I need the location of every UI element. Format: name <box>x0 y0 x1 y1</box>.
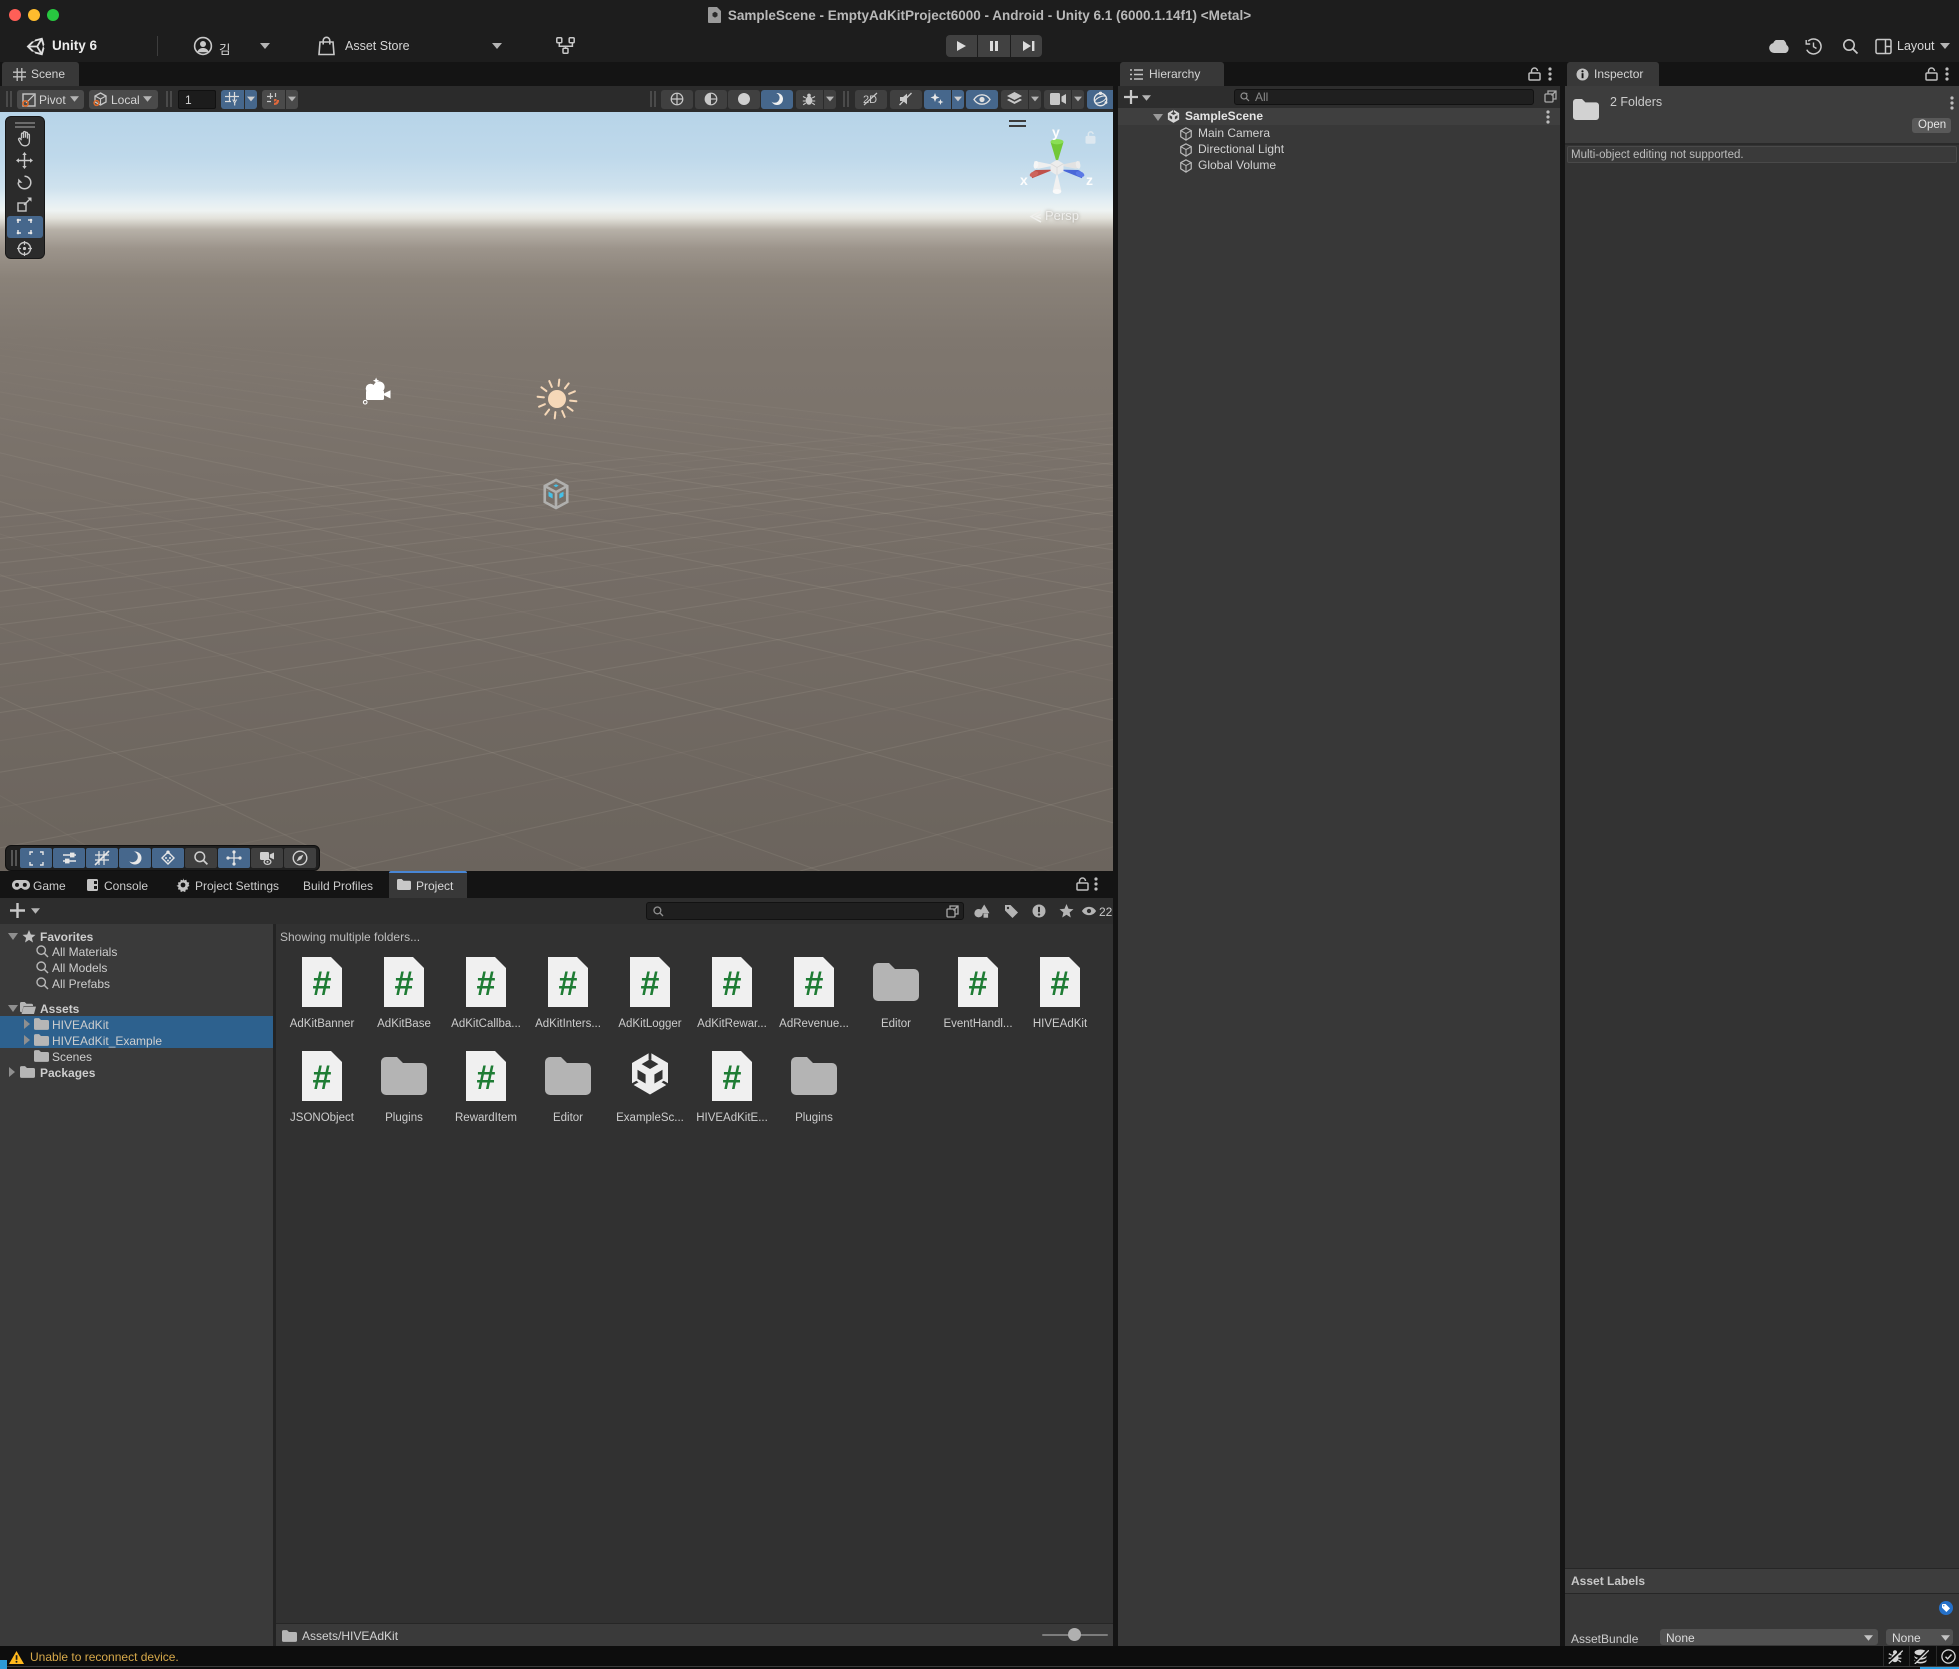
svg-text:#: # <box>313 1059 332 1097</box>
svg-text:#: # <box>805 965 824 1003</box>
svg-text:#: # <box>477 1059 496 1097</box>
svg-text:#: # <box>477 965 496 1003</box>
svg-text:#: # <box>559 965 578 1003</box>
svg-text:#: # <box>723 1059 742 1097</box>
svg-text:Y: Y <box>232 99 238 107</box>
svg-text:#: # <box>395 965 414 1003</box>
svg-text:#: # <box>1051 965 1070 1003</box>
svg-text:#: # <box>723 965 742 1003</box>
svg-text:#: # <box>969 965 988 1003</box>
svg-text:#: # <box>313 965 332 1003</box>
svg-text:#: # <box>641 965 660 1003</box>
